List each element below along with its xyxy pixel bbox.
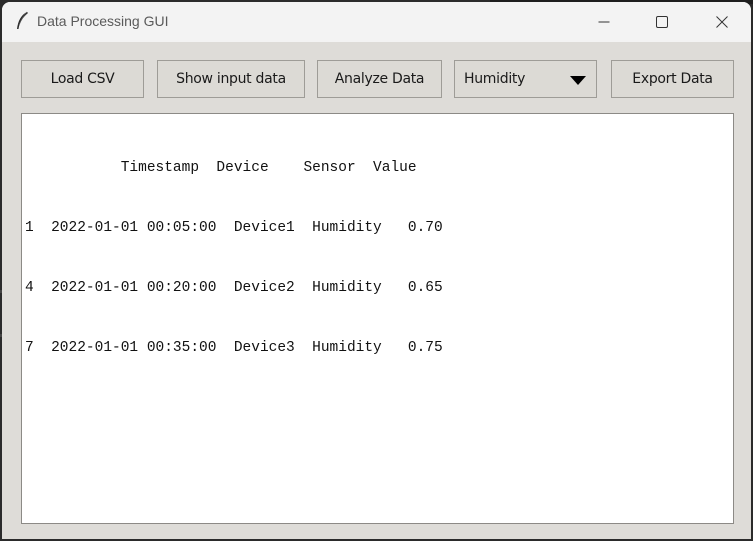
maximize-icon <box>656 16 668 28</box>
title-bar[interactable]: Data Processing GUI <box>2 2 751 42</box>
load-csv-button[interactable]: Load CSV <box>21 60 144 98</box>
table-header: Timestamp Device Sensor Value <box>25 160 417 176</box>
window-title: Data Processing GUI <box>37 13 169 29</box>
table-row: 4 2022-01-01 00:20:00 Device2 Humidity 0… <box>25 280 443 296</box>
app-window: Data Processing GUI Load CSV Show input … <box>2 2 751 539</box>
minimize-icon <box>598 21 610 23</box>
close-button[interactable] <box>693 2 751 42</box>
minimize-button[interactable] <box>575 2 633 42</box>
close-icon <box>716 16 728 28</box>
table-row: 1 2022-01-01 00:05:00 Device1 Humidity 0… <box>25 220 443 236</box>
caret-down-icon <box>570 76 586 85</box>
client-area: Load CSV Show input data Analyze Data Hu… <box>2 42 751 539</box>
export-data-button[interactable]: Export Data <box>611 60 734 98</box>
sensor-select-value: Humidity <box>464 71 526 87</box>
sensor-select[interactable]: Humidity <box>454 60 597 98</box>
analyze-data-button[interactable]: Analyze Data <box>317 60 442 98</box>
show-input-data-button[interactable]: Show input data <box>157 60 305 98</box>
feather-icon <box>14 11 30 31</box>
table-row: 7 2022-01-01 00:35:00 Device3 Humidity 0… <box>25 340 443 356</box>
maximize-button[interactable] <box>633 2 691 42</box>
output-text-area[interactable]: Timestamp Device Sensor Value 1 2022-01-… <box>21 113 734 524</box>
